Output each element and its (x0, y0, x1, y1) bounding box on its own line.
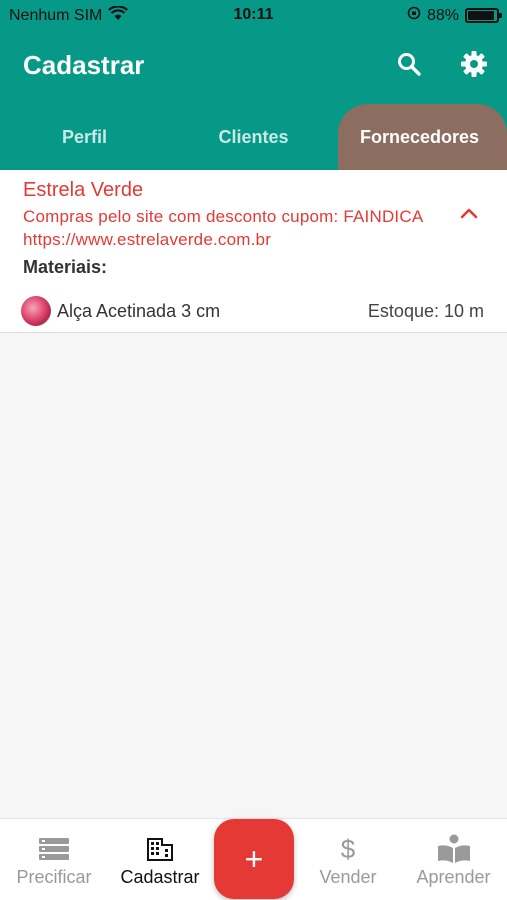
status-bar: Nenhum SIM 10:11 88% (0, 0, 507, 32)
search-icon (396, 51, 422, 82)
tab-bar: Perfil Clientes Fornecedores (0, 104, 507, 170)
nav-label-precificar: Precificar (16, 867, 92, 887)
material-item[interactable]: Alça Acetinada 3 cm Estoque: 10 m (0, 293, 507, 329)
nav-item-precificar[interactable]: Precificar (0, 819, 108, 900)
nav-label-vender: Vender (319, 867, 377, 887)
building-icon (146, 835, 174, 863)
nav-item-aprender[interactable]: Aprender (400, 819, 507, 900)
battery-icon (465, 8, 502, 23)
nav-label-cadastrar: Cadastrar (120, 867, 200, 887)
add-button[interactable]: + (214, 819, 294, 899)
book-icon (437, 834, 471, 863)
material-stock: Estoque: 10 m (367, 301, 484, 321)
dollar-icon: $ (340, 833, 356, 864)
supplier-card: Estrela Verde Compras pelo site com desc… (0, 170, 507, 333)
material-name: Alça Acetinada 3 cm (57, 301, 221, 321)
search-button[interactable] (391, 48, 427, 84)
list-icon (39, 835, 69, 863)
orientation-lock-icon (407, 6, 421, 25)
tab-perfil[interactable]: Perfil (0, 104, 169, 170)
app-header: Nenhum SIM 10:11 88% Cadastrar Perfil Cl… (0, 0, 507, 170)
nav-item-vender[interactable]: $ Vender (300, 819, 396, 900)
supplier-name: Estrela Verde (23, 179, 144, 201)
collapse-button[interactable] (455, 205, 483, 225)
status-right: 88% (407, 6, 502, 25)
chevron-up-icon (460, 206, 478, 224)
supplier-description: Compras pelo site com desconto cupom: FA… (23, 207, 423, 249)
nav-label-aprender: Aprender (416, 867, 491, 887)
battery-percent: 88% (426, 6, 459, 24)
materials-label: Materiais: (23, 257, 108, 277)
settings-button[interactable] (456, 48, 492, 84)
tab-fornecedores[interactable]: Fornecedores (338, 104, 507, 170)
material-thumbnail (21, 296, 51, 326)
tab-clientes[interactable]: Clientes (169, 104, 338, 170)
page-title: Cadastrar (23, 50, 145, 80)
nav-item-cadastrar[interactable]: Cadastrar (108, 819, 212, 900)
gear-icon (460, 50, 488, 83)
